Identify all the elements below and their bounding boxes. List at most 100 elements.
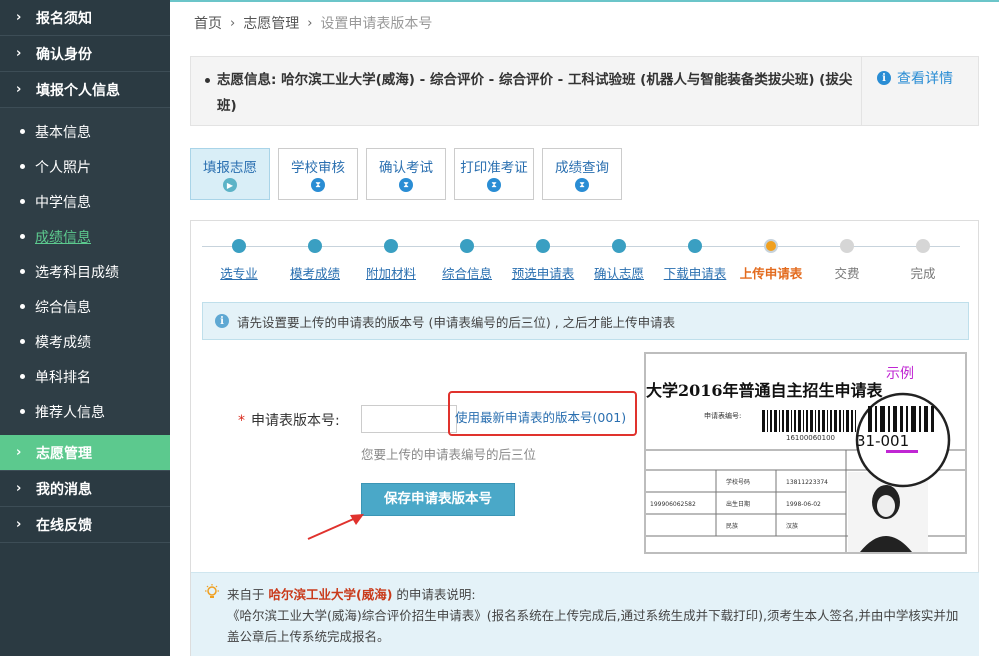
- view-details-label: 查看详情: [897, 71, 953, 87]
- progress-step-label[interactable]: 下载申请表: [655, 263, 735, 282]
- progress-step-download[interactable]: 下载申请表: [655, 239, 735, 282]
- nav-sub-label: 基本信息: [35, 124, 91, 141]
- view-details-link[interactable]: i 查看详情: [877, 68, 953, 88]
- bullet-icon: [20, 374, 25, 379]
- hourglass-icon: ⧗: [399, 178, 413, 192]
- version-label-text: 申请表版本号:: [251, 413, 340, 429]
- nav-sub-label: 推荐人信息: [35, 404, 105, 421]
- nav-submenu: 基本信息 个人照片 中学信息 成绩信息 选考科目成绩 综合信息 模考成绩 单科排…: [0, 108, 170, 435]
- bullet-icon: [20, 129, 25, 134]
- progress-step-upload: 上传申请表: [731, 239, 811, 282]
- note-university: 哈尔滨工业大学(威海): [268, 587, 393, 602]
- sidebar: › 报名须知 › 确认身份 › 填报个人信息 基本信息 个人照片 中学信息 成绩…: [0, 0, 170, 656]
- progress-step-major[interactable]: 选专业: [199, 239, 279, 282]
- chevron-right-icon: ›: [16, 445, 22, 460]
- nav-item-confirm-identity[interactable]: › 确认身份: [0, 36, 170, 72]
- chevron-right-icon: ›: [307, 15, 313, 31]
- nav-sub-photo[interactable]: 个人照片: [0, 149, 170, 184]
- progress-dot: [688, 239, 702, 253]
- nav-item-label: 我的消息: [36, 481, 92, 498]
- top-accent-strip: [170, 0, 999, 2]
- nav-sub-basic-info[interactable]: 基本信息: [0, 114, 170, 149]
- progress-step-preview[interactable]: 预选申请表: [503, 239, 583, 282]
- progress-step-label[interactable]: 选专业: [199, 263, 279, 282]
- progress-step-label[interactable]: 模考成绩: [275, 263, 355, 282]
- save-version-button[interactable]: 保存申请表版本号: [361, 483, 515, 516]
- nav-sub-mock-scores[interactable]: 模考成绩: [0, 324, 170, 359]
- nav-sub-label: 单科排名: [35, 369, 91, 386]
- nav-sub-label: 综合信息: [35, 299, 91, 316]
- nav-item-application-management[interactable]: › 志愿管理: [0, 435, 170, 471]
- bullet-icon: [20, 234, 25, 239]
- progress-step-payment: 交费: [807, 239, 887, 282]
- breadcrumb: 首页 › 志愿管理 › 设置申请表版本号: [194, 13, 432, 33]
- version-field-label: * 申请表版本号:: [238, 410, 340, 430]
- nav-sub-label: 成绩信息: [35, 229, 91, 246]
- note-prefix: 来自于: [227, 587, 265, 602]
- tab-score-query[interactable]: 成绩查询 ⧗: [542, 148, 622, 200]
- bullet-icon: [20, 339, 25, 344]
- nav-item-messages[interactable]: › 我的消息: [0, 471, 170, 507]
- nav-item-registration-notice[interactable]: › 报名须知: [0, 0, 170, 36]
- bullet-icon: [20, 164, 25, 169]
- nav-item-feedback[interactable]: › 在线反馈: [0, 507, 170, 543]
- nav-sub-referee-info[interactable]: 推荐人信息: [0, 394, 170, 429]
- nav-sub-school-info[interactable]: 中学信息: [0, 184, 170, 219]
- source-note: 来自于 哈尔滨工业大学(威海) 的申请表说明: 《哈尔滨工业大学(威海)综合评价…: [191, 572, 979, 656]
- use-latest-version-link[interactable]: 使用最新申请表的版本号(001): [455, 407, 626, 426]
- progress-step-confirm[interactable]: 确认志愿: [579, 239, 659, 282]
- progress-step-materials[interactable]: 附加材料: [351, 239, 431, 282]
- nav-sub-subject-rank[interactable]: 单科排名: [0, 359, 170, 394]
- breadcrumb-section[interactable]: 志愿管理: [243, 13, 299, 33]
- nav-sub-comprehensive[interactable]: 综合信息: [0, 289, 170, 324]
- progress-dot: [308, 239, 322, 253]
- example-row-value: 1998-06-02: [786, 501, 821, 508]
- example-row-label: 学校号码: [726, 478, 750, 486]
- version-input[interactable]: [361, 405, 457, 433]
- nav-sub-scores[interactable]: 成绩信息: [0, 219, 170, 254]
- hourglass-icon: ⧗: [311, 178, 325, 192]
- progress-step-mock[interactable]: 模考成绩: [275, 239, 355, 282]
- chevron-right-icon: ›: [16, 481, 22, 496]
- nav-item-personal-info[interactable]: › 填报个人信息: [0, 72, 170, 108]
- tab-print-ticket[interactable]: 打印准考证 ⧗: [454, 148, 534, 200]
- bullet-icon: [20, 269, 25, 274]
- chevron-right-icon: ›: [16, 46, 22, 61]
- bullet-icon: [20, 304, 25, 309]
- divider: [861, 57, 862, 125]
- example-tag: 示例: [886, 366, 914, 382]
- example-left-value: 199906062582: [650, 501, 696, 508]
- progress-step-label: 完成: [910, 266, 936, 281]
- lightbulb-icon: [205, 584, 219, 598]
- nav-item-label: 确认身份: [36, 46, 92, 63]
- example-row-value: 汉族: [786, 522, 798, 530]
- tab-label: 成绩查询: [555, 160, 609, 176]
- chevron-right-icon: ›: [16, 517, 22, 532]
- progress-step-label[interactable]: 确认志愿: [579, 263, 659, 282]
- tab-fill-application[interactable]: 填报志愿 ▶: [190, 148, 270, 200]
- nav-sub-label: 模考成绩: [35, 334, 91, 351]
- nav-item-label: 在线反馈: [36, 517, 92, 534]
- progress-step-label[interactable]: 综合信息: [427, 263, 507, 282]
- play-icon: ▶: [223, 178, 237, 192]
- progress-dot-current: [764, 239, 778, 253]
- tab-school-review[interactable]: 学校审核 ⧗: [278, 148, 358, 200]
- chevron-right-icon: ›: [16, 82, 22, 97]
- progress-step-comprehensive[interactable]: 综合信息: [427, 239, 507, 282]
- zoom-underline: [886, 450, 918, 453]
- nav-sub-label: 选考科目成绩: [35, 264, 119, 281]
- progress-step-label: 上传申请表: [739, 266, 803, 281]
- progress-dot: [232, 239, 246, 253]
- example-row-label: 出生日期: [726, 500, 750, 508]
- tab-label: 学校审核: [291, 160, 345, 176]
- progress-dot: [460, 239, 474, 253]
- info-icon: i: [877, 71, 891, 85]
- progress-step-label[interactable]: 附加材料: [351, 263, 431, 282]
- progress-step-label[interactable]: 预选申请表: [503, 263, 583, 282]
- tab-confirm-exam[interactable]: 确认考试 ⧗: [366, 148, 446, 200]
- breadcrumb-home[interactable]: 首页: [194, 13, 222, 33]
- notice-text: 请先设置要上传的申请表的版本号 (申请表编号的后三位) , 之后才能上传申请表: [237, 314, 676, 330]
- application-info-text: 志愿信息: 哈尔滨工业大学(威海) - 综合评价 - 综合评价 - 工科试验班 …: [217, 72, 853, 114]
- nav-sub-elective-scores[interactable]: 选考科目成绩: [0, 254, 170, 289]
- info-icon: i: [215, 314, 229, 328]
